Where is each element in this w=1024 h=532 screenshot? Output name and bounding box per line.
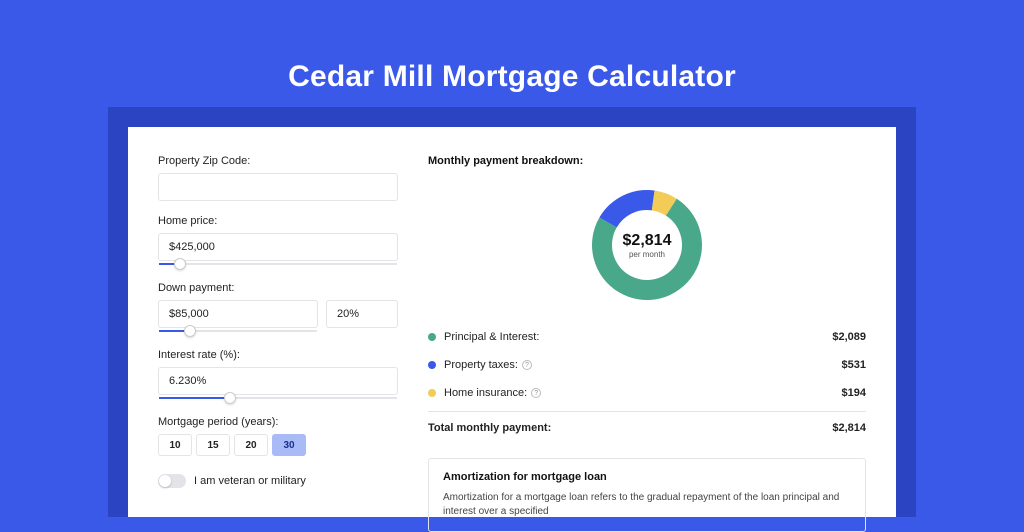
legend-label: Home insurance:?	[444, 387, 541, 399]
veteran-row: I am veteran or military	[158, 474, 398, 488]
period-button-10[interactable]: 10	[158, 434, 192, 456]
toggle-knob	[159, 475, 171, 487]
amortization-title: Amortization for mortgage loan	[443, 471, 851, 483]
legend-row: Home insurance:? $194	[428, 379, 866, 407]
veteran-toggle[interactable]	[158, 474, 186, 488]
rate-input[interactable]	[158, 367, 398, 395]
legend-label: Property taxes:?	[444, 359, 532, 371]
period-button-30[interactable]: 30	[272, 434, 306, 456]
calculator-card: Property Zip Code: Home price: Down paym…	[128, 127, 896, 517]
donut-chart-area: $2,814 per month	[428, 179, 866, 323]
legend-row: Principal & Interest: $2,089	[428, 323, 866, 351]
legend-row: Property taxes:? $531	[428, 351, 866, 379]
home-price-input[interactable]	[158, 233, 398, 261]
slider-handle[interactable]	[184, 325, 196, 337]
period-label: Mortgage period (years):	[158, 416, 398, 428]
legend-label-text: Principal & Interest:	[444, 331, 539, 343]
legend-dot	[428, 389, 436, 397]
donut-center-sublabel: per month	[629, 250, 665, 259]
total-amount: $2,814	[832, 422, 866, 434]
breakdown-panel: Monthly payment breakdown: $2,814 per mo…	[428, 155, 866, 517]
legend-amount: $531	[842, 359, 866, 371]
home-price-slider[interactable]	[158, 260, 398, 268]
amortization-box: Amortization for mortgage loan Amortizat…	[428, 458, 866, 532]
legend-label: Principal & Interest:	[444, 331, 539, 343]
down-payment-label: Down payment:	[158, 282, 398, 294]
period-buttons: 10152030	[158, 434, 398, 456]
legend-amount: $194	[842, 387, 866, 399]
rate-label: Interest rate (%):	[158, 349, 398, 361]
down-payment-field: Down payment:	[158, 282, 398, 335]
zip-field: Property Zip Code:	[158, 155, 398, 201]
legend-label-text: Property taxes:	[444, 359, 518, 371]
legend-label-text: Home insurance:	[444, 387, 527, 399]
help-icon[interactable]: ?	[522, 360, 532, 370]
total-label: Total monthly payment:	[428, 422, 551, 434]
donut-chart: $2,814 per month	[587, 185, 707, 305]
legend-dot	[428, 361, 436, 369]
slider-fill	[159, 397, 231, 399]
breakdown-title: Monthly payment breakdown:	[428, 155, 866, 167]
zip-input[interactable]	[158, 173, 398, 201]
down-payment-input[interactable]	[158, 300, 318, 328]
period-field: Mortgage period (years): 10152030	[158, 416, 398, 456]
rate-slider[interactable]	[158, 394, 398, 402]
zip-label: Property Zip Code:	[158, 155, 398, 167]
page-title: Cedar Mill Mortgage Calculator	[0, 0, 1024, 112]
veteran-label: I am veteran or military	[194, 475, 306, 487]
donut-center-amount: $2,814	[623, 232, 672, 249]
slider-track	[159, 263, 397, 265]
rate-field: Interest rate (%):	[158, 349, 398, 402]
down-payment-slider[interactable]	[158, 327, 318, 335]
slider-handle[interactable]	[174, 258, 186, 270]
down-payment-pct-input[interactable]	[326, 300, 398, 328]
home-price-field: Home price:	[158, 215, 398, 268]
period-button-20[interactable]: 20	[234, 434, 268, 456]
legend: Principal & Interest: $2,089 Property taxe…	[428, 323, 866, 407]
period-button-15[interactable]: 15	[196, 434, 230, 456]
donut-segment	[599, 190, 654, 228]
help-icon[interactable]: ?	[531, 388, 541, 398]
slider-handle[interactable]	[224, 392, 236, 404]
legend-dot	[428, 333, 436, 341]
amortization-text: Amortization for a mortgage loan refers …	[443, 491, 851, 519]
legend-total-row: Total monthly payment: $2,814	[428, 411, 866, 442]
home-price-label: Home price:	[158, 215, 398, 227]
legend-amount: $2,089	[832, 331, 866, 343]
inputs-panel: Property Zip Code: Home price: Down paym…	[158, 155, 398, 517]
